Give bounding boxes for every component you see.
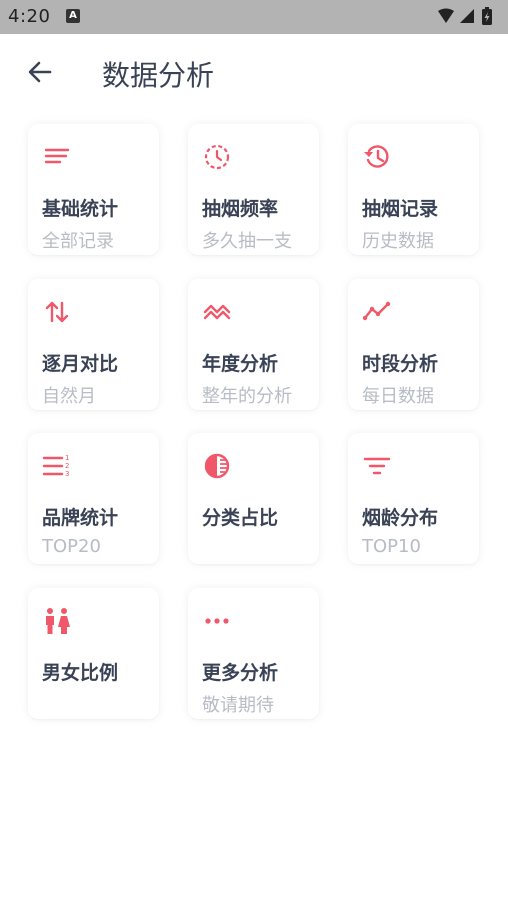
page-title: 数据分析 (102, 59, 215, 92)
card-title: 基础统计 (42, 198, 119, 220)
cell-signal-icon (460, 9, 474, 23)
card-title: 分类占比 (202, 507, 279, 529)
card-category-ratio[interactable]: 分类占比 (188, 433, 319, 564)
app-notification-icon: A (66, 9, 80, 23)
status-bar: 4:20 A (0, 0, 508, 34)
card-time-period-analysis[interactable]: 时段分析 每日数据 (348, 279, 479, 410)
male-female-icon (46, 608, 70, 634)
card-title: 男女比例 (42, 662, 119, 684)
card-smoking-records[interactable]: 抽烟记录 历史数据 (348, 124, 479, 255)
svg-text:2: 2 (65, 462, 69, 470)
card-subtitle: 自然月 (42, 386, 96, 407)
card-monthly-compare[interactable]: 逐月对比 自然月 (28, 279, 159, 410)
arrow-left-icon (28, 61, 52, 83)
card-basic-stats[interactable]: 基础统计 全部记录 (28, 124, 159, 255)
card-subtitle: TOP20 (42, 536, 101, 557)
card-smoking-frequency[interactable]: 抽烟频率 多久抽一支 (188, 124, 319, 255)
card-subtitle: 整年的分析 (202, 386, 292, 407)
history-icon (364, 145, 389, 168)
card-annual-analysis[interactable]: 年度分析 整年的分析 (188, 279, 319, 410)
card-subtitle: TOP10 (362, 536, 421, 557)
trend-line-icon (362, 301, 391, 321)
card-title: 抽烟频率 (202, 198, 279, 220)
lines-icon (44, 148, 70, 164)
swap-vertical-icon (45, 301, 69, 323)
card-subtitle: 历史数据 (362, 231, 434, 252)
card-title: 时段分析 (362, 353, 439, 375)
card-title: 年度分析 (202, 353, 279, 375)
card-title: 更多分析 (202, 662, 279, 684)
card-smoking-age-distribution[interactable]: 烟龄分布 TOP10 (348, 433, 479, 564)
battery-charging-icon (482, 7, 492, 25)
card-brand-stats[interactable]: 1 2 3 品牌统计 TOP20 (28, 433, 159, 564)
back-button[interactable] (24, 56, 56, 88)
contrast-circle-icon (204, 453, 230, 479)
clock-icon (204, 144, 230, 170)
card-title: 抽烟记录 (362, 198, 439, 220)
status-time: 4:20 (8, 6, 51, 27)
card-subtitle: 多久抽一支 (202, 231, 292, 252)
wifi-icon (438, 8, 454, 23)
card-title: 品牌统计 (42, 507, 119, 529)
app-bar: 数据分析 (0, 34, 508, 114)
zigzag-icon (203, 304, 231, 320)
svg-text:1: 1 (65, 454, 69, 462)
card-title: 烟龄分布 (362, 507, 439, 529)
svg-text:3: 3 (65, 470, 69, 478)
card-subtitle: 敬请期待 (202, 695, 274, 716)
card-title: 逐月对比 (42, 353, 119, 375)
more-horizontal-icon (205, 618, 229, 624)
ordered-list-icon: 1 2 3 (42, 454, 69, 478)
card-gender-ratio[interactable]: 男女比例 (28, 588, 159, 719)
filter-icon (363, 457, 391, 475)
card-subtitle: 每日数据 (362, 386, 434, 407)
card-subtitle: 全部记录 (42, 231, 114, 252)
system-icons (436, 7, 500, 31)
card-more-analysis[interactable]: 更多分析 敬请期待 (188, 588, 319, 719)
